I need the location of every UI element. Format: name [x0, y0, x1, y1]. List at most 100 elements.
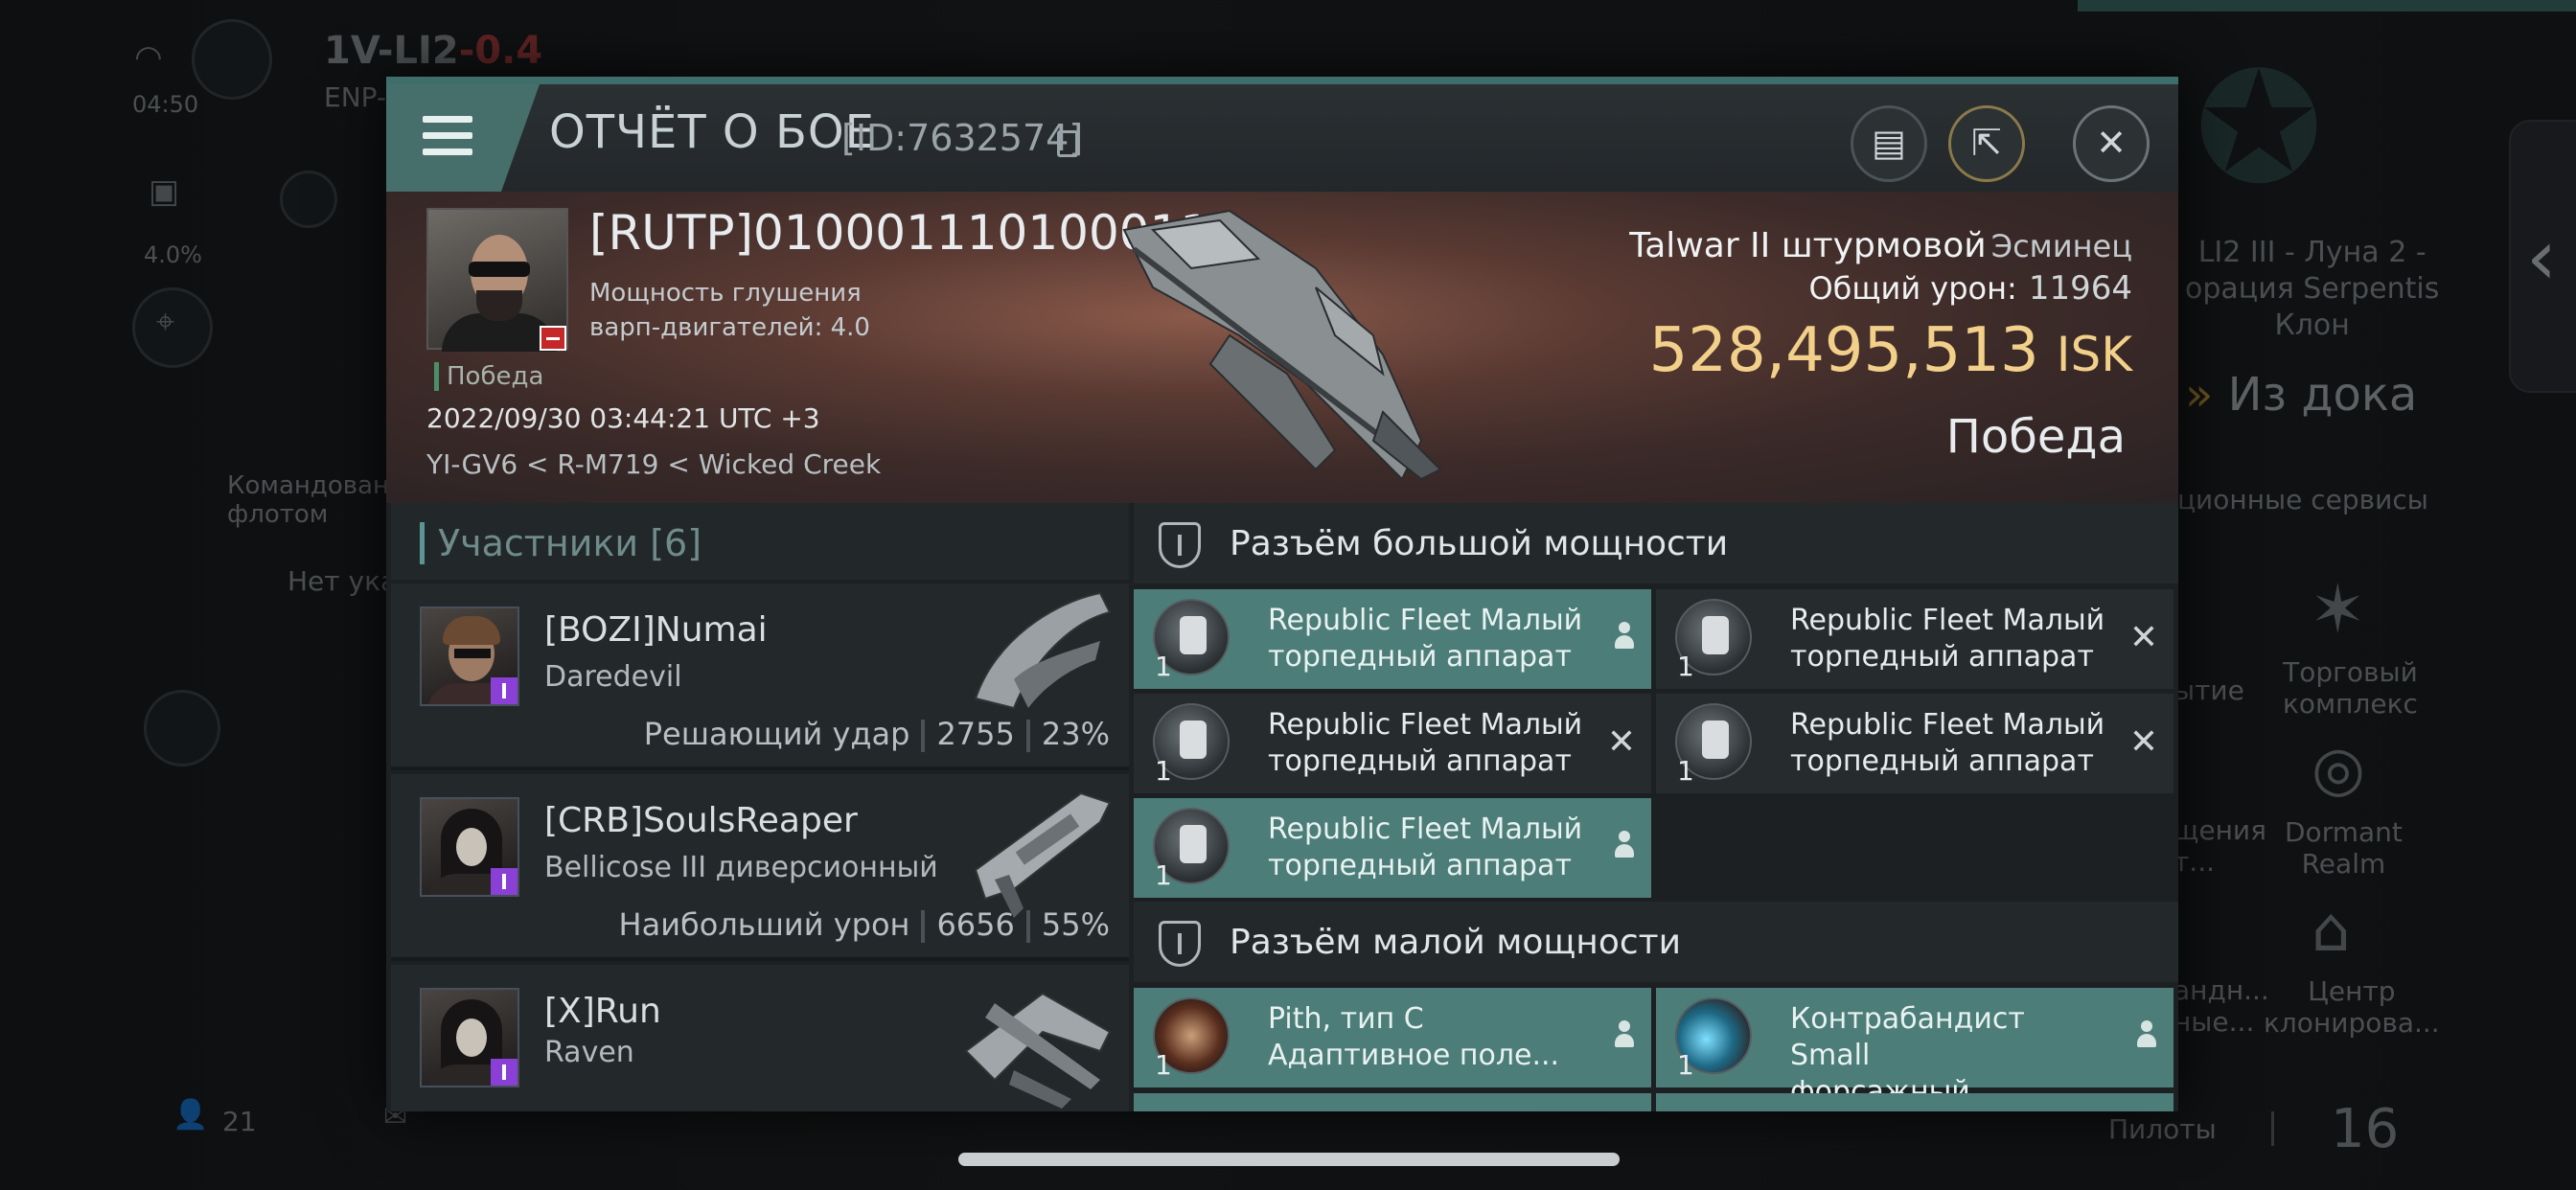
close-icon: ✕ [2096, 122, 2127, 164]
module-item[interactable]: 1 Контрабандист Small форсажный... [1656, 988, 2174, 1109]
module-qty: 1 [1677, 651, 1694, 682]
portrait-hair [443, 616, 500, 645]
share-button[interactable]: ⇱ [1948, 105, 2025, 182]
module-item[interactable]: 1 Republic Fleet Малый торпедный аппарат [1134, 798, 1651, 898]
security-status-icon [491, 1059, 518, 1086]
module-item[interactable]: 1 Republic Fleet Малый торпедный аппарат… [1656, 694, 2174, 793]
modal-header: ОТЧЁТ О БОЕ [ID:7632574] ▤ ⇱ ✕ [386, 84, 2178, 192]
kill-report-modal: ОТЧЁТ О БОЕ [ID:7632574] ▤ ⇱ ✕ [RUTP]010… [386, 77, 2178, 1111]
destroyed-icon: ✕ [2128, 722, 2158, 762]
stat-divider [921, 910, 926, 943]
module-item[interactable]: 1 Pith, тип C Адаптивное поле... [1134, 988, 1651, 1087]
participant-name[interactable]: [X]Run [544, 992, 661, 1031]
victim-stat: Мощность глушения варп-двигателей: 4.0 [589, 279, 870, 342]
participant-row[interactable]: [CRB]SoulsReaper Bellicose III диверсион… [391, 774, 1129, 961]
destroyed-icon: ✕ [1606, 722, 1636, 762]
victory-tag: Победа [434, 362, 543, 391]
participant-ship: Daredevil [544, 660, 682, 694]
module-item-partial[interactable] [1134, 1093, 1651, 1111]
high-slots-title: Разъём большой мощности [1230, 524, 1729, 563]
clipboard-icon: ▤ [1872, 122, 1906, 164]
module-item-partial[interactable] [1656, 1093, 2174, 1111]
dropped-icon [1613, 622, 1636, 658]
isk-unit: ISK [2056, 327, 2132, 382]
ship-class: Эсминец [1990, 228, 2132, 264]
module-name: Republic Fleet Малый торпедный аппарат [1790, 708, 2105, 778]
portrait-beard [476, 290, 522, 321]
module-item[interactable]: 1 Republic Fleet Малый торпедный аппарат… [1656, 589, 2174, 689]
participant-row[interactable]: [X]Run Raven [391, 965, 1129, 1111]
stat-label: Наибольший урон [618, 906, 910, 943]
high-slots-header: Разъём большой мощности [1134, 503, 2178, 584]
participant-stats: Решающий удар 2755 23% [644, 716, 1110, 752]
module-name: Republic Fleet Малый торпедный аппарат [1268, 812, 1583, 882]
ship-title-row: Talwar II штурмовой Эсминец [1629, 226, 2132, 265]
high-slot-icon [1159, 522, 1201, 568]
module-qty: 1 [1677, 755, 1694, 787]
participant-stats: Наибольший урон 6656 55% [619, 906, 1110, 943]
stat-label: Решающий удар [643, 716, 910, 752]
participant-ship: Bellicose III диверсионный [544, 851, 938, 884]
module-name: Republic Fleet Малый торпедный аппарат [1268, 604, 1583, 674]
total-damage-label: Общий урон: [1808, 270, 2017, 307]
security-status-icon [491, 677, 518, 704]
kill-location[interactable]: YI-GV6 < R-M719 < Wicked Creek [426, 448, 881, 480]
total-damage-value: 11964 [2028, 269, 2132, 308]
battle-result: Победа [1945, 410, 2126, 464]
low-slots-title: Разъём малой мощности [1230, 923, 1682, 962]
close-button[interactable]: ✕ [2073, 105, 2150, 182]
participant-ship: Raven [544, 1036, 634, 1069]
victim-ship-image[interactable] [1095, 192, 1460, 498]
dropped-icon [1613, 831, 1636, 867]
security-status-icon [491, 868, 518, 895]
fittings-panel: Разъём большой мощности 1 Republic Fleet… [1134, 503, 2178, 1111]
isk-value: 528,495,513 [1648, 315, 2039, 386]
home-indicator[interactable] [958, 1153, 1620, 1166]
ship-name[interactable]: Talwar II штурмовой [1629, 226, 1986, 265]
module-qty: 1 [1155, 755, 1172, 787]
damage-value: 2755 [936, 716, 1015, 752]
hamburger-icon [423, 116, 472, 156]
stat-divider [921, 720, 926, 752]
module-name: Pith, тип C Адаптивное поле... [1268, 1002, 1560, 1072]
module-name: Republic Fleet Малый торпедный аппарат [1268, 708, 1583, 778]
clipboard-button[interactable]: ▤ [1851, 105, 1927, 182]
participant-name[interactable]: [CRB]SoulsReaper [544, 801, 858, 840]
victim-section: [RUTP]010001110100011 Мощность глушения … [386, 192, 2178, 503]
participants-header: Участники [6] [391, 503, 1129, 580]
participant-ship-image[interactable] [956, 584, 1119, 727]
module-qty: 1 [1677, 1049, 1694, 1081]
copy-icon[interactable] [1057, 130, 1078, 157]
dropped-icon [1613, 1020, 1636, 1057]
dropped-icon [2135, 1020, 2158, 1057]
damage-percent: 55% [1041, 906, 1110, 943]
module-item[interactable]: 1 Republic Fleet Малый торпедный аппарат… [1134, 694, 1651, 793]
participant-ship-image[interactable] [956, 965, 1119, 1109]
participants-title: Участники [6] [420, 522, 702, 564]
participant-name[interactable]: [BOZI]Numai [544, 610, 768, 650]
damage-value: 6656 [936, 906, 1015, 943]
participants-panel: Участники [6] [BOZI]Numai Daredevil Реша… [391, 503, 1129, 1111]
total-damage-row: Общий урон: 11964 [1629, 269, 2132, 308]
menu-button[interactable] [386, 84, 540, 192]
stat-divider [1025, 910, 1030, 943]
kill-datetime: 2022/09/30 03:44:21 UTC +3 [426, 402, 820, 434]
modal-title: ОТЧЁТ О БОЕ [549, 105, 875, 159]
isk-row: 528,495,513 ISK [1629, 315, 2132, 386]
damage-percent: 23% [1041, 716, 1110, 752]
portrait-sunglasses [469, 262, 530, 277]
stat-divider [1025, 720, 1030, 752]
module-item[interactable]: 1 Republic Fleet Малый торпедный аппарат [1134, 589, 1651, 689]
low-slots-header: Разъём малой мощности [1134, 902, 2178, 982]
report-id: [ID:7632574] [841, 117, 1084, 159]
module-qty: 1 [1155, 859, 1172, 891]
participant-ship-image[interactable] [956, 774, 1119, 918]
low-slot-icon [1159, 921, 1201, 967]
portrait-mask [456, 828, 487, 866]
ship-info: Talwar II штурмовой Эсминец Общий урон: 1… [1629, 226, 2132, 386]
hostile-badge-icon [540, 326, 566, 351]
module-qty: 1 [1155, 1049, 1172, 1081]
module-name: Republic Fleet Малый торпедный аппарат [1790, 604, 2105, 674]
destroyed-icon: ✕ [2128, 618, 2158, 657]
participant-row[interactable]: [BOZI]Numai Daredevil Решающий удар 2755 2… [391, 584, 1129, 770]
